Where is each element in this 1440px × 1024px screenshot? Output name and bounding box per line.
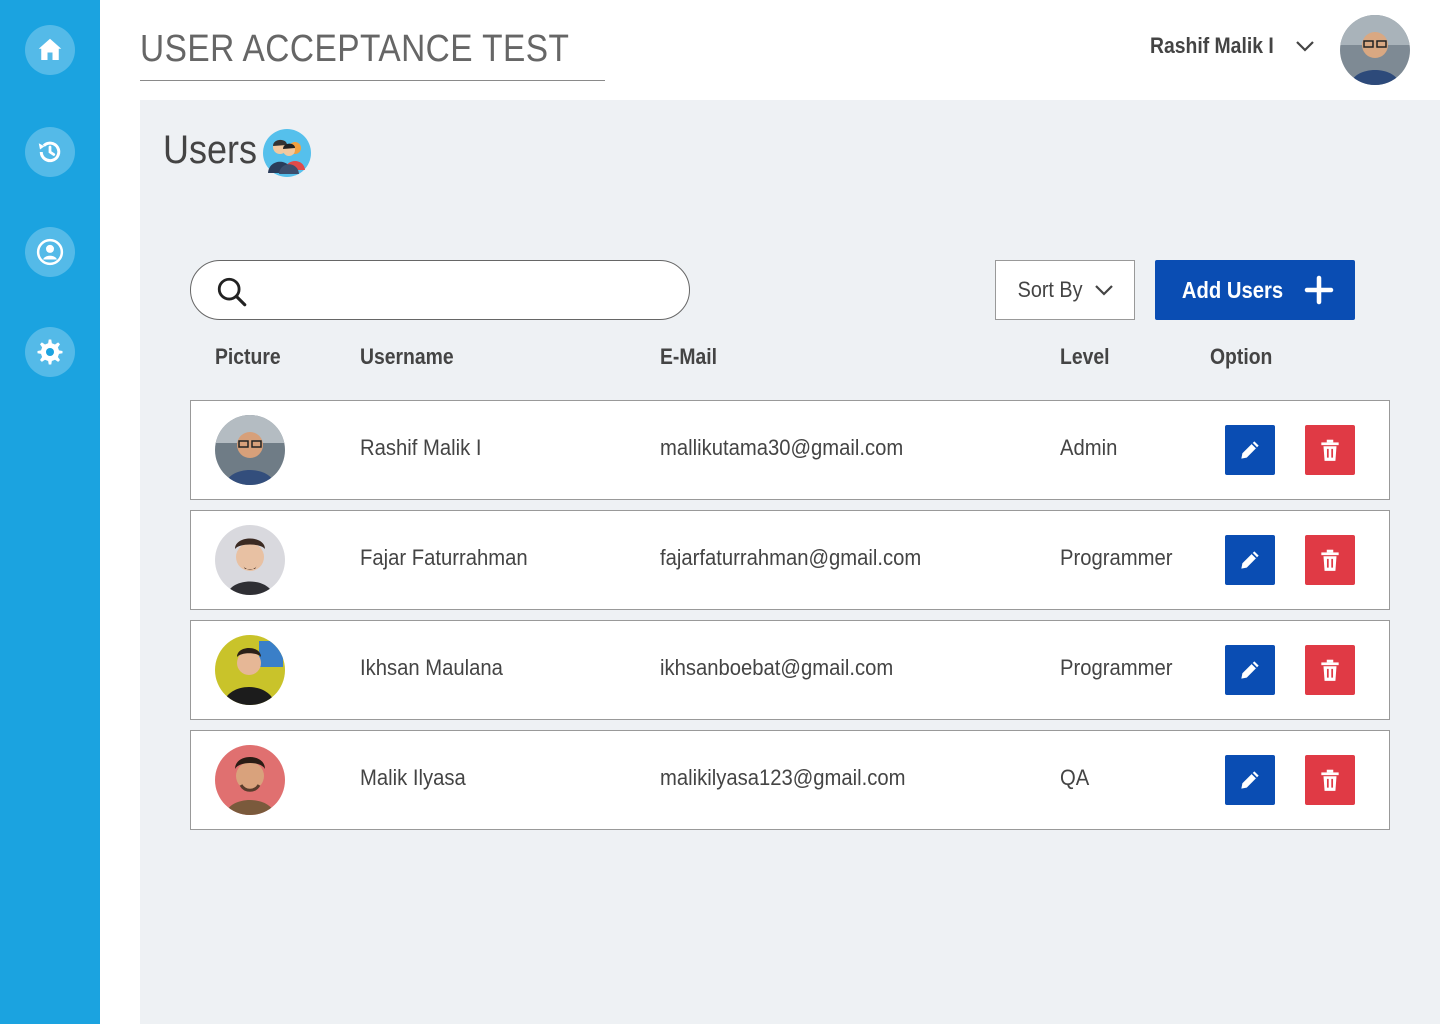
email-cell: ikhsanboebat@gmail.com: [660, 655, 894, 680]
avatar: [215, 415, 285, 485]
table-row: Fajar Faturrahman fajarfaturrahman@gmail…: [190, 510, 1390, 610]
level-cell: QA: [1060, 765, 1090, 790]
avatar: [215, 635, 285, 705]
trash-icon: [1321, 549, 1339, 571]
home-icon: [38, 38, 62, 60]
table-row: Ikhsan Maulana ikhsanboebat@gmail.com Pr…: [190, 620, 1390, 720]
column-header-option: Option: [1210, 344, 1273, 369]
table-row: Malik Ilyasa malikilyasa123@gmail.com QA: [190, 730, 1390, 830]
sidebar-item-profile[interactable]: [25, 227, 75, 277]
avatar: [215, 525, 285, 595]
app-title: USER ACCEPTANCE TEST: [140, 28, 570, 70]
column-header-email: E-Mail: [660, 344, 718, 369]
email-cell: malikilyasa123@gmail.com: [660, 765, 906, 790]
edit-button[interactable]: [1225, 755, 1275, 805]
email-cell: fajarfaturrahman@gmail.com: [660, 545, 922, 570]
table-row: Rashif Malik I mallikutama30@gmail.com A…: [190, 400, 1390, 500]
avatar: [215, 745, 285, 815]
column-header-level: Level: [1060, 344, 1110, 369]
sort-by-dropdown[interactable]: Sort By: [995, 260, 1135, 320]
sidebar-item-settings[interactable]: [25, 327, 75, 377]
user-menu[interactable]: Rashif Malik I: [1150, 33, 1317, 59]
gear-icon: [37, 339, 63, 365]
username-cell: Ikhsan Maulana: [360, 655, 503, 680]
level-cell: Programmer: [1060, 545, 1173, 570]
user-icon: [36, 238, 64, 266]
users-group-icon: [263, 129, 311, 177]
trash-icon: [1321, 439, 1339, 461]
edit-button[interactable]: [1225, 535, 1275, 585]
level-cell: Programmer: [1060, 655, 1173, 680]
email-cell: mallikutama30@gmail.com: [660, 435, 904, 460]
delete-button[interactable]: [1305, 535, 1355, 585]
add-users-button[interactable]: Add Users: [1155, 260, 1355, 320]
username-cell: Malik Ilyasa: [360, 765, 466, 790]
sort-by-label: Sort By: [1017, 277, 1083, 302]
search-input[interactable]: [261, 271, 671, 309]
username-cell: Rashif Malik I: [360, 435, 482, 460]
page-title: Users: [163, 128, 258, 172]
delete-button[interactable]: [1305, 755, 1355, 805]
pencil-icon: [1241, 551, 1259, 569]
edit-button[interactable]: [1225, 425, 1275, 475]
column-header-picture: Picture: [215, 344, 281, 369]
trash-icon: [1321, 659, 1339, 681]
edit-button[interactable]: [1225, 645, 1275, 695]
title-divider: [140, 80, 605, 81]
user-name: Rashif Malik I: [1150, 33, 1274, 58]
plus-icon: [1304, 275, 1333, 305]
pencil-icon: [1241, 771, 1259, 789]
delete-button[interactable]: [1305, 425, 1355, 475]
sidebar: [0, 0, 100, 1024]
avatar[interactable]: [1340, 15, 1410, 85]
add-users-label: Add Users: [1182, 276, 1284, 303]
pencil-icon: [1241, 661, 1259, 679]
chevron-down-icon: [1295, 41, 1314, 52]
column-header-username: Username: [360, 344, 454, 369]
trash-icon: [1321, 769, 1339, 791]
delete-button[interactable]: [1305, 645, 1355, 695]
search-icon: [217, 277, 247, 307]
pencil-icon: [1241, 441, 1259, 459]
search-bar[interactable]: [190, 260, 690, 320]
chevron-down-icon: [1095, 285, 1113, 296]
history-icon: [38, 141, 61, 163]
level-cell: Admin: [1060, 435, 1118, 460]
username-cell: Fajar Faturrahman: [360, 545, 528, 570]
sidebar-item-home[interactable]: [25, 25, 75, 75]
sidebar-item-history[interactable]: [25, 127, 75, 177]
